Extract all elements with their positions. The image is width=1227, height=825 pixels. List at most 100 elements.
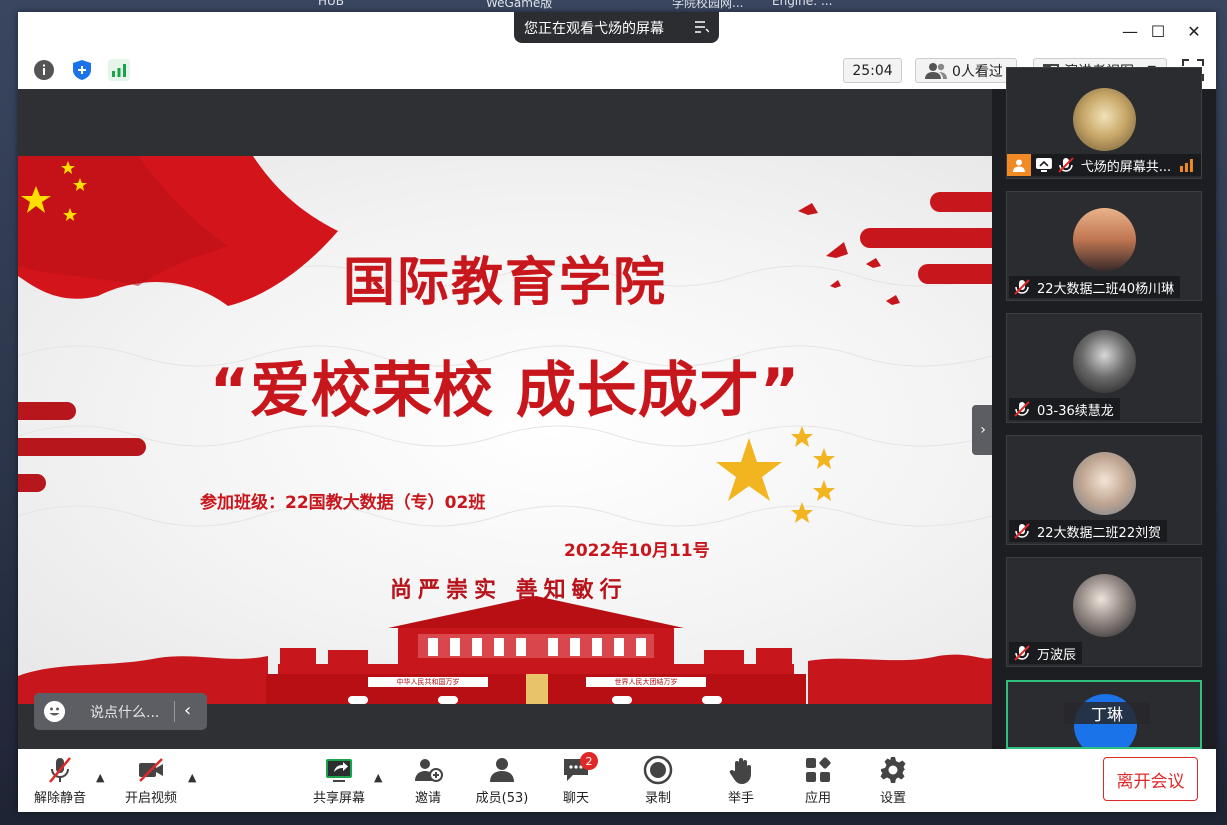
avatar <box>1073 330 1136 393</box>
shield-icon <box>73 60 91 80</box>
participant-name: 03-36续慧龙 <box>1037 403 1114 419</box>
meeting-toolbar: 解除静音 ▲ 开启视频 ▲ 共享屏幕 ▲ 邀请 成员(53) 聊天 2 录制 举… <box>18 749 1216 812</box>
participant-namebar: 弋炀的屏幕共... <box>1007 154 1201 176</box>
unmute-label: 解除静音 <box>33 791 86 806</box>
screen-share-icon <box>1035 158 1052 172</box>
gate-banner-left: 中华人民共和国万岁 <box>396 678 460 686</box>
info-button[interactable] <box>32 58 56 82</box>
raise-hand-button[interactable]: 举手 <box>706 755 776 809</box>
avatar <box>1073 452 1136 515</box>
share-screen-button[interactable]: 共享屏幕 <box>304 755 374 809</box>
apps-grid-icon <box>806 757 831 782</box>
gate-banner-right: 世界人民大团结万岁 <box>614 678 678 686</box>
chevron-up-icon[interactable]: ▲ <box>188 771 202 785</box>
settings-button[interactable]: 设置 <box>858 755 928 809</box>
avatar <box>1073 574 1136 637</box>
taskbar-item: Engine: ... <box>772 0 833 8</box>
sidebar-toggle-button[interactable]: › <box>972 405 994 455</box>
participant-tile[interactable]: 万波辰 <box>1006 557 1202 667</box>
meeting-timer: 25:04 <box>843 58 902 83</box>
share-screen-icon <box>326 759 352 782</box>
share-screen-label: 共享屏幕 <box>312 791 365 806</box>
camera-off-icon <box>139 758 163 782</box>
participant-gallery: 弋炀的屏幕共... 22大数据二班40杨川琳 03-36续慧龙 22大数据二班2… <box>992 67 1216 749</box>
chat-input-box[interactable]: 说点什么... ‹ <box>34 693 207 730</box>
shared-screen-area: 国际教育学院 “爱校荣校 成长成才” 参加班级：22国教大数据（专）02班 20… <box>18 89 992 749</box>
taskbar-item: WeGame版 <box>486 0 553 10</box>
participant-namebar: 03-36续慧龙 <box>1009 398 1120 420</box>
people-icon <box>925 63 947 79</box>
raise-hand-label: 举手 <box>727 791 754 806</box>
participant-namebar: 万波辰 <box>1009 642 1083 664</box>
chat-label: 聊天 <box>562 791 589 806</box>
close-button[interactable]: ✕ <box>1183 20 1205 42</box>
people-icon <box>490 758 514 782</box>
menu-icon <box>695 21 709 33</box>
chevron-up-icon[interactable]: ▲ <box>96 771 110 785</box>
sharing-banner-text: 您正在观看弋炀的屏幕 <box>524 20 664 37</box>
participant-tile[interactable]: 22大数据二班40杨川琳 <box>1006 191 1202 301</box>
members-button[interactable]: 成员(53) <box>467 755 537 809</box>
hand-icon <box>729 758 751 784</box>
apps-label: 应用 <box>804 791 831 806</box>
settings-label: 设置 <box>879 791 906 806</box>
participant-tile[interactable]: 弋炀的屏幕共... <box>1006 67 1202 179</box>
security-button[interactable] <box>70 58 94 82</box>
participant-tile-active[interactable]: 丁琳 <box>1006 680 1202 749</box>
gear-icon <box>880 757 906 783</box>
slide-title: 国际教育学院 <box>342 253 667 313</box>
participant-name: 弋炀的屏幕共... <box>1080 159 1172 175</box>
mic-muted-icon <box>1014 523 1030 539</box>
start-video-button[interactable]: 开启视频 <box>116 755 186 809</box>
chevron-up-icon[interactable]: ▲ <box>374 771 388 785</box>
avatar <box>1073 208 1136 271</box>
presentation-slide: 国际教育学院 “爱校荣校 成长成才” 参加班级：22国教大数据（专）02班 20… <box>18 156 992 704</box>
sharing-banner[interactable]: 您正在观看弋炀的屏幕 <box>514 12 719 43</box>
participant-name: 22大数据二班22刘贺 <box>1037 525 1162 541</box>
invite-button[interactable]: 邀请 <box>393 755 463 809</box>
slide-decoration <box>18 156 992 704</box>
maximize-button[interactable]: ☐ <box>1147 20 1169 42</box>
record-button[interactable]: 录制 <box>623 755 693 809</box>
meeting-window: 您正在观看弋炀的屏幕 — ☐ ✕ 25:04 0人看过 演讲者视图 ▼ <box>18 12 1216 812</box>
minimize-button[interactable]: — <box>1119 20 1141 42</box>
add-user-icon <box>415 759 443 782</box>
signal-button[interactable] <box>107 58 131 82</box>
slide-motto: 尚严崇实 善知敏行 <box>390 577 628 603</box>
mic-muted-icon <box>49 757 71 783</box>
members-label: 成员(53) <box>475 791 529 806</box>
mic-muted-icon <box>1014 279 1030 295</box>
avatar <box>1073 88 1136 151</box>
participant-namebar: 22大数据二班22刘贺 <box>1009 520 1168 542</box>
chat-input-placeholder: 说点什么... <box>90 705 160 721</box>
chat-unread-badge: 2 <box>580 752 598 770</box>
invite-label: 邀请 <box>414 791 441 806</box>
start-video-label: 开启视频 <box>124 791 177 806</box>
chevron-right-icon: › <box>980 422 986 438</box>
record-label: 录制 <box>644 791 671 806</box>
unmute-button[interactable]: 解除静音 <box>25 755 95 809</box>
signal-strength-icon <box>108 59 130 81</box>
slide-date: 2022年10月11号 <box>564 541 710 561</box>
participant-tile[interactable]: 03-36续慧龙 <box>1006 313 1202 423</box>
taskbar-item: HUB <box>318 0 345 8</box>
record-icon <box>643 755 673 785</box>
chat-button[interactable]: 聊天 2 <box>541 752 611 809</box>
viewers-button[interactable]: 0人看过 <box>915 58 1017 83</box>
leave-meeting-button[interactable]: 离开会议 <box>1103 757 1198 801</box>
host-icon <box>1007 154 1031 176</box>
taskbar-item: 学院校园网... <box>672 0 744 10</box>
participant-namebar: 22大数据二班40杨川琳 <box>1009 276 1181 298</box>
participant-name: 22大数据二班40杨川琳 <box>1037 281 1175 297</box>
divider <box>174 701 175 722</box>
emoji-icon[interactable] <box>44 701 65 722</box>
slide-subtitle: “爱校荣校 成长成才” <box>209 356 801 426</box>
mic-muted-icon <box>1014 401 1030 417</box>
participant-name: 万波辰 <box>1037 647 1077 663</box>
mic-muted-icon <box>1014 645 1030 661</box>
participant-tile[interactable]: 22大数据二班22刘贺 <box>1006 435 1202 545</box>
participant-name: 丁琳 <box>1064 702 1150 724</box>
chevron-left-icon[interactable]: ‹ <box>184 700 204 722</box>
mic-muted-icon <box>1058 157 1074 173</box>
apps-button[interactable]: 应用 <box>783 755 853 809</box>
